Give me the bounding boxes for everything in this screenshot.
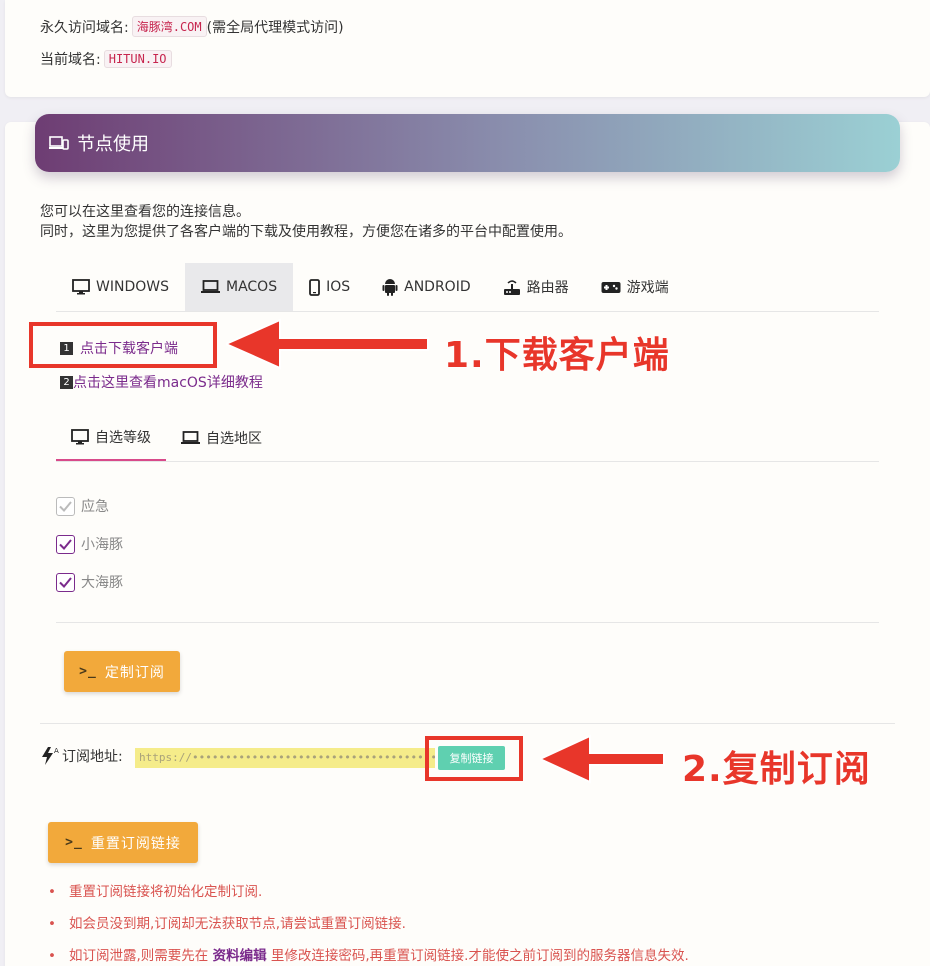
intro-line-1: 您可以在这里查看您的连接信息。 xyxy=(40,204,250,220)
gamepad-icon xyxy=(601,281,621,293)
current-domain-row: 当前域名: HITUN.IO xyxy=(40,49,172,69)
tab-macos[interactable]: MACOS xyxy=(184,263,294,311)
terminal-icon: >_ xyxy=(65,835,83,850)
current-domain-value: HITUN.IO xyxy=(103,50,172,68)
level-label: 应急 xyxy=(81,499,109,515)
check-icon xyxy=(59,500,72,512)
tab-label: WINDOWS xyxy=(96,279,169,295)
customize-label: 定制订阅 xyxy=(104,664,165,681)
annotation-step-1: 1.下载客户端 xyxy=(444,335,670,376)
note-item: 重置订阅链接将初始化定制订阅. xyxy=(48,876,689,908)
subscription-row: A 订阅地址: xyxy=(40,746,123,766)
current-domain-label: 当前域名: xyxy=(40,52,101,68)
intro-text: 您可以在这里查看您的连接信息。 同时，这里为您提供了各客户端的下载及使用教程，方… xyxy=(40,202,572,242)
android-icon xyxy=(382,279,398,296)
level-label: 大海豚 xyxy=(81,575,123,591)
section-title: 节点使用 xyxy=(77,134,149,155)
section-header: 节点使用 xyxy=(35,114,900,172)
tab-ios[interactable]: IOS xyxy=(293,263,366,311)
checkbox xyxy=(56,496,75,516)
tab-label: 自选等级 xyxy=(95,429,151,446)
macos-tutorial-link[interactable]: 2 点击这里查看macOS详细教程 xyxy=(60,372,263,392)
notes-list: 重置订阅链接将初始化定制订阅. 如会员没到期,订阅却无法获取节点,请尝试重置订阅… xyxy=(48,876,689,966)
subscription-url: https://••••••••••••••••••••••••••••••••… xyxy=(135,748,435,768)
permanent-domain-row: 永久访问域名: 海豚湾.COM (需全局代理模式访问) xyxy=(40,16,344,37)
tab-label: 游戏端 xyxy=(626,280,669,296)
subscription-label: 订阅地址: xyxy=(62,749,123,765)
tab-android[interactable]: ANDROID xyxy=(366,263,487,311)
permanent-domain-note: (需全局代理模式访问) xyxy=(206,19,344,36)
customize-subscription-button[interactable]: >_ 定制订阅 xyxy=(64,651,180,692)
reset-subscription-button[interactable]: >_ 重置订阅链接 xyxy=(48,822,198,863)
divider xyxy=(56,622,879,623)
checkbox[interactable] xyxy=(56,534,75,554)
level-label: 小海豚 xyxy=(81,537,123,553)
level-option-big-dolphin[interactable]: 大海豚 xyxy=(56,572,123,592)
tab-label: 自选地区 xyxy=(206,430,262,447)
edit-profile-link[interactable]: 资料编辑 xyxy=(213,948,267,964)
annotation-step-2: 2.复制订阅 xyxy=(682,749,871,790)
tab-label: IOS xyxy=(326,279,351,295)
intro-line-2: 同时，这里为您提供了各客户端的下载及使用教程，方便您在诸多的平台中配置使用。 xyxy=(40,224,572,240)
tab-select-level[interactable]: 自选等级 xyxy=(56,414,166,461)
tab-label: ANDROID xyxy=(404,279,471,295)
check-icon xyxy=(59,538,72,550)
tab-gaming[interactable]: 游戏端 xyxy=(585,263,685,311)
tab-label: MACOS xyxy=(225,279,278,295)
note-item: 如订阅泄露,则需要先在 资料编辑 里修改连接密码,再重置订阅链接.才能使之前订阅… xyxy=(48,940,689,966)
check-icon xyxy=(59,576,72,588)
monitor-icon xyxy=(71,428,89,444)
tab-select-region[interactable]: 自选地区 xyxy=(166,414,277,461)
filter-tabs: 自选等级 自选地区 xyxy=(56,414,879,462)
divider xyxy=(40,723,895,724)
step-number-badge: 2 xyxy=(60,375,73,389)
terminal-icon: >_ xyxy=(79,664,97,679)
level-option-small-dolphin[interactable]: 小海豚 xyxy=(56,534,123,554)
highlight-box-download xyxy=(29,322,217,368)
phone-icon xyxy=(309,278,320,296)
bolt-icon: A xyxy=(42,747,59,765)
platform-tabs: WINDOWS MACOS IOS ANDROID 路由器 游戏端 xyxy=(56,263,879,312)
note-item: 如会员没到期,订阅却无法获取节点,请尝试重置订阅链接. xyxy=(48,908,689,940)
permanent-domain-value: 海豚湾.COM xyxy=(131,16,207,37)
note-text: 里修改连接密码,再重置订阅链接.才能使之前订阅到的服务器信息失效. xyxy=(270,948,689,964)
laptop-icon xyxy=(181,430,200,444)
highlight-box-copy xyxy=(425,736,523,781)
arrow-left-icon xyxy=(226,318,429,370)
note-text: 如订阅泄露,则需要先在 xyxy=(69,948,209,964)
router-icon xyxy=(503,279,520,295)
level-option-emergency: 应急 xyxy=(56,496,109,516)
checkbox[interactable] xyxy=(56,572,75,592)
macos-tutorial-label: 点击这里查看macOS详细教程 xyxy=(73,375,263,391)
arrow-left-icon xyxy=(540,734,665,784)
tab-label: 路由器 xyxy=(526,280,569,296)
monitor-icon xyxy=(72,279,90,295)
tab-router[interactable]: 路由器 xyxy=(487,263,585,311)
permanent-domain-label: 永久访问域名: xyxy=(40,19,129,36)
devices-icon xyxy=(49,136,69,150)
svg-text:A: A xyxy=(54,747,59,755)
laptop-icon xyxy=(200,280,220,293)
tab-windows[interactable]: WINDOWS xyxy=(56,263,185,311)
reset-label: 重置订阅链接 xyxy=(90,835,181,852)
